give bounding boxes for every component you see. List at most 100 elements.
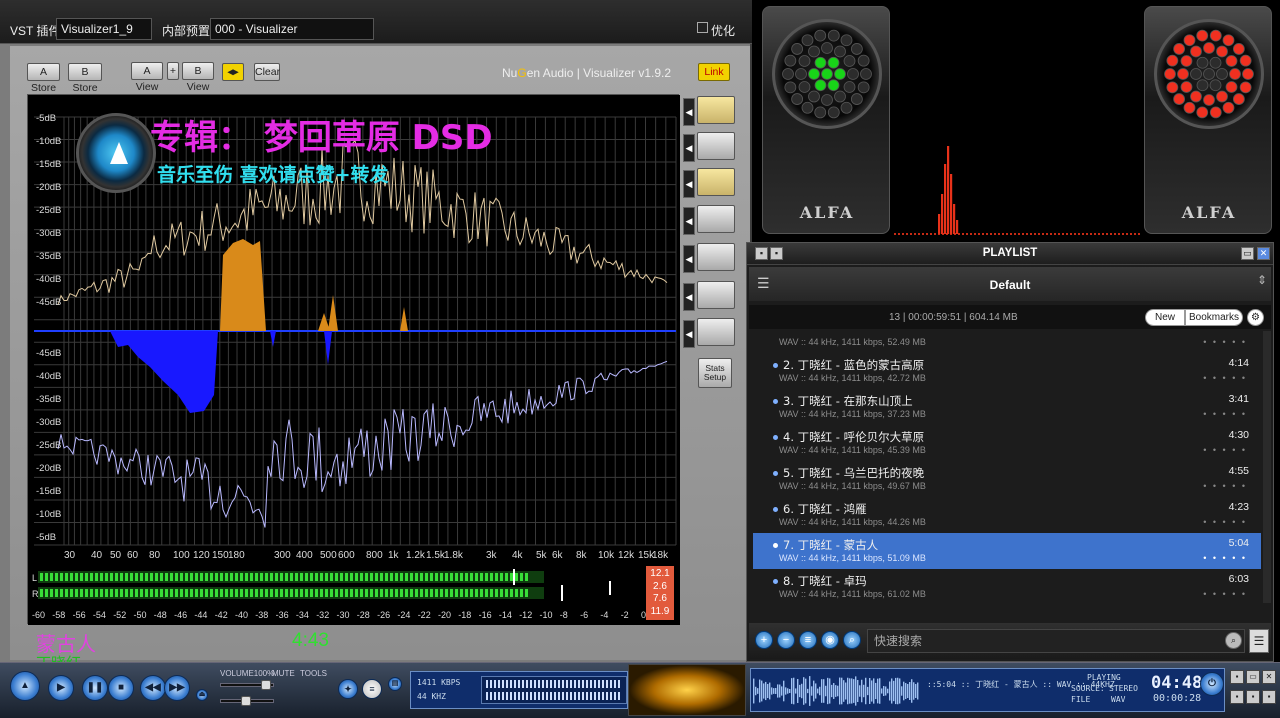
list-item[interactable]: WAV :: 44 kHz, 1411 kbps, 52.49 MB • • •… xyxy=(753,331,1261,353)
tool-curve-button[interactable] xyxy=(697,168,735,196)
swap-button[interactable]: ◂▸ xyxy=(222,63,244,81)
window-icon[interactable]: ▪ xyxy=(1262,690,1276,704)
close-icon[interactable]: ✕ xyxy=(1257,247,1270,260)
playlist-toggle-button[interactable]: ▤ xyxy=(388,677,402,691)
track-rating[interactable]: • • • • • xyxy=(1203,589,1247,599)
meter-right-segment xyxy=(80,589,83,597)
tool-lines-button[interactable] xyxy=(697,96,735,124)
link-button[interactable]: Link xyxy=(698,63,730,81)
meter-left-segment xyxy=(375,573,378,581)
list-item[interactable]: 3. 丁晓红 - 在那东山顶上 WAV :: 44 kHz, 1411 kbps… xyxy=(753,389,1261,425)
volume-slider[interactable] xyxy=(220,680,274,690)
playlist-scrollbar[interactable] xyxy=(1263,331,1271,603)
b-store-button[interactable]: B Store xyxy=(68,63,102,94)
a-view-button[interactable]: A View xyxy=(131,62,163,93)
tool-arrow-button[interactable]: ◀ xyxy=(683,98,695,126)
search-input[interactable]: 快速搜索 xyxy=(867,629,1245,653)
list-item[interactable]: 2. 丁晓红 - 蓝色的蒙古高原 WAV :: 44 kHz, 1411 kbp… xyxy=(753,353,1261,389)
pause-button[interactable]: ❚❚ xyxy=(82,675,108,701)
track-rating[interactable]: • • • • • xyxy=(1203,445,1247,455)
track-rating[interactable]: • • • • • xyxy=(1203,517,1247,527)
previous-button[interactable]: ◀◀ xyxy=(140,675,166,701)
track-rating[interactable]: • • • • • xyxy=(1203,553,1247,563)
power-button[interactable]: ⏻ xyxy=(1200,672,1224,696)
list-item[interactable]: 4. 丁晓红 - 呼伦贝尔大草原 WAV :: 44 kHz, 1411 kbp… xyxy=(753,425,1261,461)
select-icon[interactable]: ≡ xyxy=(799,631,817,649)
misc-icon[interactable]: ◉ xyxy=(821,631,839,649)
meter-right-segment xyxy=(95,589,98,597)
remove-icon[interactable]: − xyxy=(777,631,795,649)
list-item[interactable]: 6. 丁晓红 - 鸿雁 WAV :: 44 kHz, 1411 kbps, 44… xyxy=(753,497,1261,533)
meter-right-segment xyxy=(100,589,103,597)
tool-phase-button[interactable] xyxy=(697,318,735,346)
volume-knob[interactable] xyxy=(261,680,271,690)
bookmarks-button[interactable]: Bookmarks xyxy=(1185,309,1243,326)
a-store-button[interactable]: A Store xyxy=(27,63,60,94)
minimize-icon[interactable]: ▭ xyxy=(1246,670,1260,684)
tool-bars-button[interactable] xyxy=(697,205,735,233)
waveform-bar xyxy=(793,677,795,705)
plus-button[interactable]: + xyxy=(167,62,179,80)
lcd-meter-segment xyxy=(506,692,508,700)
minimize-icon[interactable]: ▭ xyxy=(1241,247,1254,260)
menu-button[interactable]: ≡ xyxy=(362,679,382,699)
track-rating[interactable]: • • • • • xyxy=(1203,409,1247,419)
play-button[interactable]: ▶ xyxy=(48,675,74,701)
meter-right-segment xyxy=(265,589,268,597)
close-icon[interactable]: ✕ xyxy=(1262,670,1276,684)
tool-arrow-button[interactable]: ◀ xyxy=(683,170,695,198)
gear-icon[interactable]: ⚙ xyxy=(1247,309,1264,326)
tool-arrow-button[interactable]: ◀ xyxy=(683,320,695,348)
left-speaker-leds xyxy=(782,29,872,119)
list-item[interactable]: 8. 丁晓红 - 卓玛 WAV :: 44 kHz, 1411 kbps, 61… xyxy=(753,569,1261,603)
clear-button[interactable]: Clear xyxy=(254,63,280,81)
meter-left-segment xyxy=(230,573,233,581)
lcd-meter-segment xyxy=(494,692,496,700)
eject-button[interactable]: ⏏ xyxy=(196,689,208,701)
track-rating[interactable]: • • • • • xyxy=(1203,373,1247,383)
playlist-name[interactable]: Default xyxy=(749,278,1271,292)
tool-arrow-button[interactable]: ◀ xyxy=(683,207,695,235)
window-icon[interactable]: ▪ xyxy=(1246,690,1260,704)
sort-icon[interactable]: ⇕ xyxy=(1257,273,1267,287)
kbps-readout: 1411 KBPS xyxy=(417,678,461,687)
window-icon[interactable]: ▪ xyxy=(1230,670,1244,684)
tool-stereo-button[interactable] xyxy=(697,243,735,271)
app-logo-icon[interactable]: ▲ xyxy=(10,671,40,701)
next-button[interactable]: ▶▶ xyxy=(164,675,190,701)
list-options-icon[interactable]: ⌕ xyxy=(843,631,861,649)
waveform-bar xyxy=(765,681,767,701)
optimize-checkbox[interactable] xyxy=(697,22,708,33)
meter-left-segment xyxy=(400,573,403,581)
balance-knob[interactable] xyxy=(241,696,251,706)
list-item-selected[interactable]: 7. 丁晓红 - 蒙古人 WAV :: 44 kHz, 1411 kbps, 5… xyxy=(753,533,1261,569)
peak-readout: 12.1 2.6 7.6 11.9 xyxy=(646,566,674,620)
new-button[interactable]: New xyxy=(1145,309,1185,326)
list-item[interactable]: 5. 丁晓红 - 乌兰巴托的夜晚 WAV :: 44 kHz, 1411 kbp… xyxy=(753,461,1261,497)
window-icon[interactable]: ▪ xyxy=(1230,690,1244,704)
lcd-source: SOURCE: xyxy=(1071,684,1105,693)
tool-arrow-button[interactable]: ◀ xyxy=(683,283,695,311)
tool-vector-button[interactable] xyxy=(697,281,735,309)
tool-spectrum-button[interactable] xyxy=(697,132,735,160)
preset-select[interactable]: 000 - Visualizer xyxy=(210,18,374,40)
menu-icon[interactable]: ☰ xyxy=(1249,629,1269,653)
stats-setup-button[interactable]: Stats Setup xyxy=(698,358,732,388)
balance-slider[interactable] xyxy=(220,696,274,706)
search-icon[interactable]: ⌕ xyxy=(1225,632,1242,649)
meter-left-segment xyxy=(440,573,443,581)
track-rating[interactable]: • • • • • xyxy=(1203,337,1247,347)
b-view-button[interactable]: B View xyxy=(182,62,214,93)
track-rating[interactable]: • • • • • xyxy=(1203,481,1247,491)
meter-left-segment xyxy=(110,573,113,581)
plugin-select[interactable]: Visualizer1_9 xyxy=(56,18,152,40)
meter-right-segment xyxy=(245,589,248,597)
tool-arrow-button[interactable]: ◀ xyxy=(683,245,695,273)
tools-button[interactable]: ✦ xyxy=(338,679,358,699)
stop-button[interactable]: ■ xyxy=(108,675,134,701)
add-icon[interactable]: + xyxy=(755,631,773,649)
meter-left-segment xyxy=(125,573,128,581)
meter-tick-label: -28 xyxy=(356,610,370,620)
playlist-window: ▪ ▪ PLAYLIST ▭ ✕ ☰ Default ⇕ 13 | 00:00:… xyxy=(746,242,1274,662)
tool-arrow-button[interactable]: ◀ xyxy=(683,134,695,162)
